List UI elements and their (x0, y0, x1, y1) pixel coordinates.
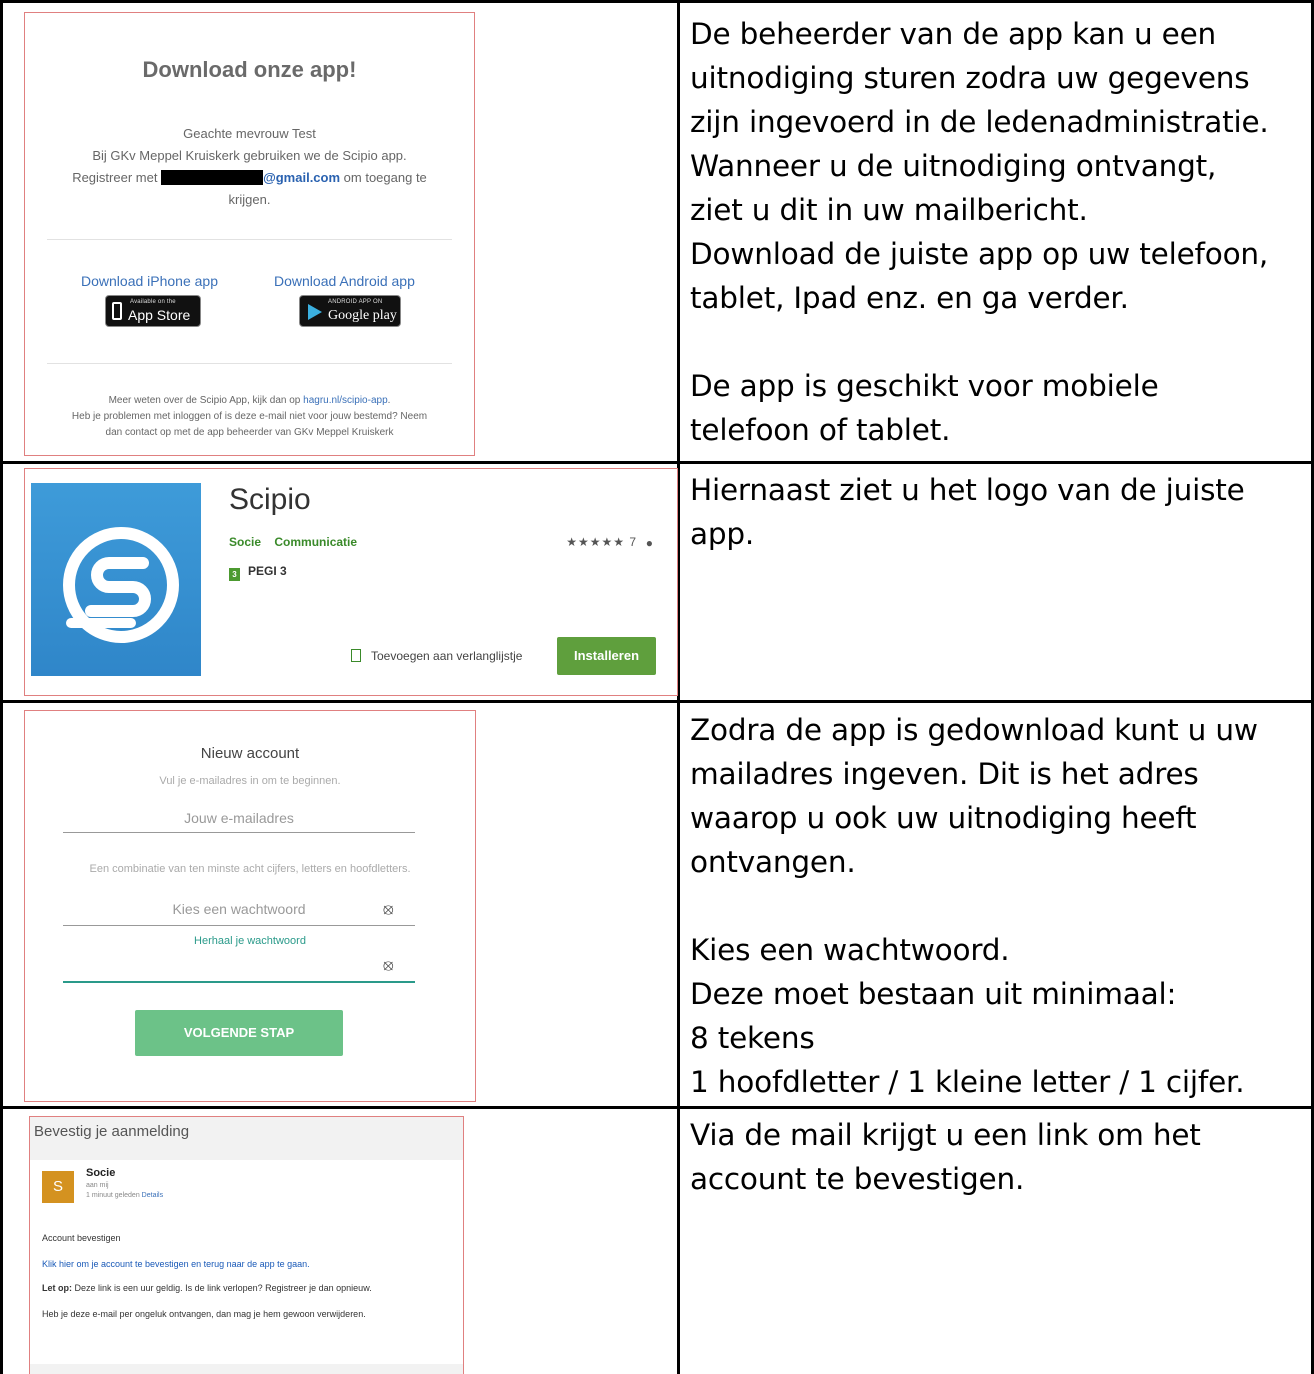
developer-link[interactable]: Socie (229, 535, 261, 549)
row1-instructions: De beheerder van de app kan u een uitnod… (690, 17, 1269, 447)
confirm-email-subject: Bevestig je aanmelding (30, 1117, 463, 1160)
download-iphone-link[interactable]: Download iPhone app (81, 273, 218, 289)
email-footer-bar (30, 1364, 463, 1374)
rating-stars: ★★★★★ 7 (566, 535, 637, 549)
row3-instructions: Zodra de app is gedownload kunt u uw mai… (690, 713, 1258, 1099)
redacted-block (161, 170, 264, 185)
new-account-title: Nieuw account (200, 745, 300, 762)
note-bold: Let op: (42, 1283, 72, 1293)
wishlist-button[interactable]: Toevoegen aan verlanglijstje (351, 649, 522, 663)
store-listing-screenshot: Scipio Socie Communicatie ★★★★★ 7 ● 3 PEG… (24, 468, 678, 696)
new-account-subtitle: Vul je e-mailadres in om te beginnen. (159, 775, 341, 787)
recipient-label: aan mij (86, 1182, 109, 1189)
table-row-divider-2 (0, 700, 1314, 703)
invite-register-prefix: Registreer met (72, 170, 158, 185)
invite-footer-line2: Heb je problemen met inloggen of is deze… (71, 411, 428, 422)
invite-email-address[interactable]: @gmail.com (263, 170, 340, 185)
app-store-small-text: Available on the (130, 299, 176, 305)
email-field-underline (63, 832, 415, 833)
new-account-screenshot: Nieuw account Vul je e-mailadres in om t… (24, 710, 476, 1102)
table-row-divider-3 (0, 1106, 1314, 1109)
scipio-info-link[interactable]: hagru.nl/scipio-app (303, 395, 388, 406)
app-developer-row: Socie Communicatie (229, 535, 367, 549)
invite-email-screenshot: Download onze app! Geachte mevrouw Test … (24, 12, 475, 456)
note-text: Deze link is een uur geldig. Is de link … (74, 1283, 372, 1293)
sent-time: 1 minuut geleden Details (86, 1192, 163, 1199)
pegi-badge-icon: 3 (229, 568, 240, 581)
person-icon: ● (645, 536, 653, 550)
bookmark-plus-icon (351, 649, 361, 662)
invite-line1: Bij GKv Meppel Kruiskerk gebruiken we de… (92, 148, 407, 163)
details-link[interactable]: Details (142, 1192, 163, 1199)
google-play-small-text: ANDROID APP ON (328, 299, 383, 305)
repeat-password-label: Herhaal je wachtwoord (194, 935, 306, 947)
table-row-divider-1 (0, 461, 1314, 464)
app-name: Scipio (229, 483, 311, 516)
hide-password-icon[interactable]: ⦻ (383, 901, 394, 919)
invite-footer-line3: dan contact op met de app beheerder van … (105, 427, 394, 438)
pegi-label: PEGI 3 (248, 564, 287, 578)
invite-greeting: Geachte mevrouw Test (183, 126, 316, 141)
table-border-top (0, 0, 1314, 3)
password-field[interactable]: Kies een wachtwoord (63, 901, 415, 917)
scipio-logo-svg (63, 527, 179, 643)
sender-name: Socie (86, 1167, 116, 1179)
sender-avatar: S (42, 1171, 74, 1203)
play-icon (308, 304, 322, 320)
confirm-email-screenshot: Bevestig je aanmelding S Socie aan mij 1… (29, 1116, 464, 1374)
invite-footer-line1: Meer weten over de Scipio App, kijk dan … (35, 393, 464, 409)
confirm-heading: Account bevestigen (42, 1233, 121, 1243)
scipio-logo-icon (31, 483, 201, 676)
hide-repeat-password-icon[interactable]: ⦻ (383, 957, 394, 975)
google-play-big-text: Google play (328, 308, 397, 323)
invite-register-suffix: om toegang te (343, 170, 427, 185)
password-field-underline (63, 925, 415, 926)
confirm-account-link[interactable]: Klik hier om je account te bevestigen en… (42, 1259, 310, 1269)
download-android-link[interactable]: Download Android app (274, 273, 415, 289)
invite-email-body: Geachte mevrouw Test Bij GKv Meppel Krui… (45, 123, 454, 211)
divider (47, 239, 452, 240)
wishlist-label: Toevoegen aan verlanglijstje (371, 649, 523, 663)
row2-instructions: Hiernaast ziet u het logo van de juiste … (690, 473, 1245, 551)
app-store-badge[interactable]: Available on the App Store (105, 295, 201, 327)
email-field[interactable]: Jouw e-mailadres (63, 810, 415, 826)
invite-register-line: Registreer met @gmail.com om toegang te (45, 167, 454, 189)
invite-footer: Meer weten over de Scipio App, kijk dan … (35, 393, 464, 441)
table-border-left (0, 0, 3, 1374)
pegi-rating: 3 PEGI 3 (229, 564, 287, 581)
divider (47, 363, 452, 364)
install-button[interactable]: Installeren (557, 637, 656, 675)
app-store-big-text: App Store (128, 307, 191, 323)
apple-icon (112, 302, 122, 320)
expiry-note: Let op: Deze link is een uur geldig. Is … (42, 1283, 372, 1293)
row4-instructions: Via de mail krijgt u een link om het acc… (690, 1118, 1201, 1196)
category-link[interactable]: Communicatie (274, 535, 357, 549)
password-hint: Een combinatie van ten minste acht cijfe… (89, 863, 411, 875)
google-play-badge[interactable]: ANDROID APP ON Google play (299, 295, 401, 327)
repeat-password-field[interactable] (63, 981, 415, 983)
next-step-button[interactable]: VOLGENDE STAP (135, 1010, 343, 1056)
footer-more-info: Meer weten over de Scipio App, kijk dan … (108, 395, 301, 406)
sent-time-text: 1 minuut geleden (86, 1192, 140, 1199)
invite-email-title: Download onze app! (142, 57, 357, 82)
ignore-note: Heb je deze e-mail per ongeluk ontvangen… (42, 1309, 366, 1319)
invite-register-end: krijgen. (228, 192, 271, 207)
instruction-table: De beheerder van de app kan u een uitnod… (0, 0, 1314, 1374)
footer-period: . (387, 395, 391, 406)
